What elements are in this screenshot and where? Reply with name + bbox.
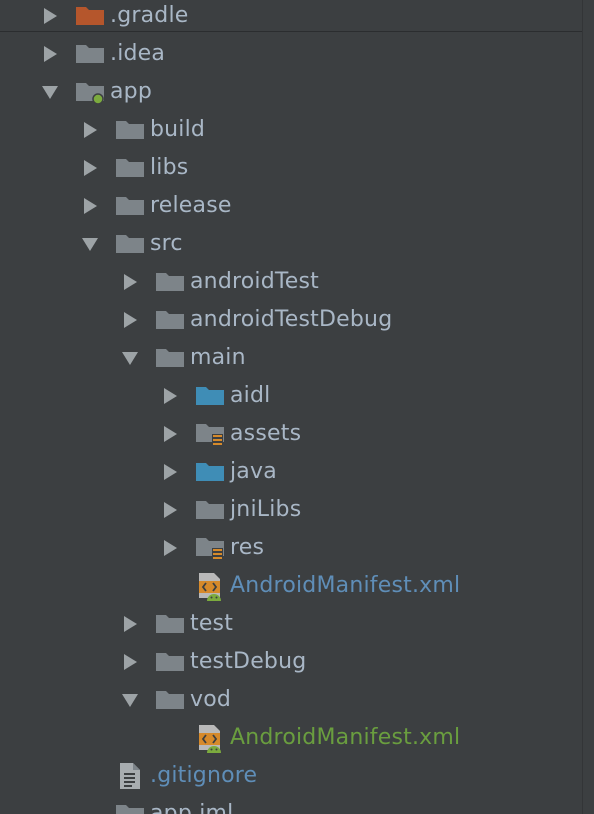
- folder-icon: [150, 643, 190, 681]
- android-manifest-icon: [190, 567, 230, 605]
- tree-item-release[interactable]: release: [70, 187, 232, 225]
- tree-item-label: .gradle: [110, 3, 189, 28]
- gradle-folder-icon: [70, 0, 110, 35]
- tree-item-label: main: [190, 345, 246, 370]
- expand-arrow-right-icon[interactable]: [110, 605, 150, 643]
- folder-icon: [150, 605, 190, 643]
- expand-arrow-right-icon[interactable]: [150, 529, 190, 567]
- tree-item-label: .gitignore: [150, 763, 258, 788]
- resource-folder-icon: [190, 415, 230, 453]
- expand-arrow-right-icon[interactable]: [110, 301, 150, 339]
- tree-item-aidl[interactable]: aidl: [150, 377, 270, 415]
- tree-item-label: vod: [190, 687, 232, 712]
- tree-item-label: libs: [150, 155, 189, 180]
- tree-item-idea[interactable]: .idea: [30, 35, 165, 73]
- tree-item-src[interactable]: src: [70, 225, 183, 263]
- tree-item-vod[interactable]: vod: [110, 681, 231, 719]
- tree-item-label: java: [230, 459, 277, 484]
- expand-arrow-down-icon[interactable]: [70, 225, 110, 263]
- tree-item-label: testDebug: [190, 649, 307, 674]
- tree-item-androidtestdebug[interactable]: androidTestDebug: [110, 301, 392, 339]
- folder-icon: [110, 111, 150, 149]
- tree-item-java[interactable]: java: [150, 453, 277, 491]
- tree-item-label: androidTestDebug: [190, 307, 393, 332]
- tree-item-app[interactable]: app: [30, 73, 152, 111]
- folder-icon: [150, 263, 190, 301]
- expand-arrow-right-icon[interactable]: [110, 643, 150, 681]
- folder-icon: [110, 225, 150, 263]
- tree-item-libs[interactable]: libs: [70, 149, 188, 187]
- resource-folder-icon: [190, 529, 230, 567]
- tree-item-label: assets: [230, 421, 302, 446]
- folder-icon: [150, 339, 190, 377]
- vertical-scrollbar[interactable]: [582, 0, 594, 814]
- tree-item-label: res: [230, 535, 265, 560]
- folder-icon: [110, 149, 150, 187]
- tree-item-label: build: [150, 117, 206, 142]
- expand-arrow-right-icon[interactable]: [110, 263, 150, 301]
- tree-item-res[interactable]: res: [150, 529, 264, 567]
- tree-item-test[interactable]: test: [110, 605, 233, 643]
- tree-item-label: release: [150, 193, 232, 218]
- folder-icon: [110, 795, 150, 814]
- expand-arrow-right-icon[interactable]: [30, 0, 70, 35]
- tree-item-label: jniLibs: [230, 497, 302, 522]
- tree-item-androidmanifest-xml[interactable]: AndroidManifest.xml: [150, 567, 460, 605]
- expand-arrow-down-icon[interactable]: [110, 681, 150, 719]
- tree-item-gradle[interactable]: .gradle: [30, 0, 189, 35]
- text-file-icon: [110, 757, 150, 795]
- tree-item-main[interactable]: main: [110, 339, 246, 377]
- source-folder-icon: [190, 453, 230, 491]
- folder-icon: [190, 491, 230, 529]
- tree-item-label: .idea: [110, 41, 166, 66]
- expand-arrow-right-icon[interactable]: [150, 491, 190, 529]
- expand-arrow-right-icon[interactable]: [70, 111, 110, 149]
- expand-arrow-right-icon[interactable]: [150, 415, 190, 453]
- tree-item-gitignore[interactable]: .gitignore: [70, 757, 257, 795]
- tree-item-assets[interactable]: assets: [150, 415, 301, 453]
- folder-icon: [110, 187, 150, 225]
- tree-item-label: AndroidManifest.xml: [230, 573, 461, 598]
- tree-item-label: AndroidManifest.xml: [230, 725, 461, 750]
- tree-item-testdebug[interactable]: testDebug: [110, 643, 306, 681]
- expand-arrow-right-icon[interactable]: [70, 149, 110, 187]
- tree-item-app-iml[interactable]: app.iml: [70, 795, 233, 814]
- expand-arrow-right-icon[interactable]: [30, 35, 70, 73]
- project-tree: .gradle .idea app build libs release src andro…: [0, 0, 594, 814]
- tree-item-label: app.iml: [150, 801, 234, 814]
- expand-arrow-down-icon[interactable]: [30, 73, 70, 111]
- tree-item-label: test: [190, 611, 234, 636]
- folder-icon: [70, 35, 110, 73]
- tree-item-label: aidl: [230, 383, 271, 408]
- tree-item-androidtest[interactable]: androidTest: [110, 263, 319, 301]
- tree-item-androidmanifest-xml[interactable]: AndroidManifest.xml: [150, 719, 460, 757]
- tree-item-jnilibs[interactable]: jniLibs: [150, 491, 301, 529]
- expand-arrow-right-icon[interactable]: [70, 187, 110, 225]
- source-folder-icon: [190, 377, 230, 415]
- expand-arrow-right-icon[interactable]: [150, 453, 190, 491]
- tree-item-label: app: [110, 79, 153, 104]
- expand-arrow-right-icon[interactable]: [150, 377, 190, 415]
- tree-item-build[interactable]: build: [70, 111, 205, 149]
- arrow-spacer: [150, 567, 190, 605]
- expand-arrow-down-icon[interactable]: [110, 339, 150, 377]
- tree-item-label: src: [150, 231, 183, 256]
- folder-icon: [150, 301, 190, 339]
- arrow-spacer: [70, 757, 110, 795]
- folder-icon: [150, 681, 190, 719]
- arrow-spacer: [150, 719, 190, 757]
- arrow-spacer: [70, 795, 110, 814]
- android-manifest-icon: [190, 719, 230, 757]
- module-folder-icon: [70, 73, 110, 111]
- tree-item-label: androidTest: [190, 269, 320, 294]
